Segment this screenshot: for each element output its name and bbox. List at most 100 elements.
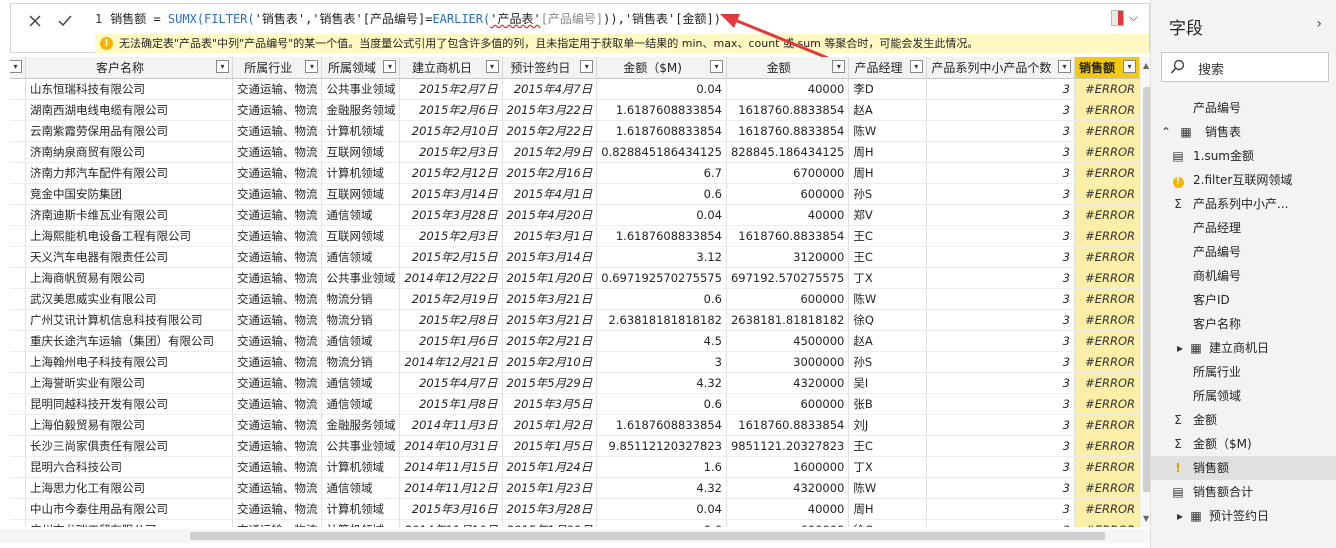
table-cell[interactable]: 3	[926, 246, 1075, 268]
table-cell[interactable]: 公共事业领域	[321, 435, 401, 457]
table-cell[interactable]: 云南紫霞劳保用品有限公司	[25, 120, 233, 142]
table-cell[interactable]: 交通运输、物流	[232, 372, 323, 394]
table-cell[interactable]: 交通运输、物流	[232, 477, 323, 499]
table-cell[interactable]: 计算机领域	[321, 498, 401, 520]
table-cell[interactable]: 3.12	[596, 246, 727, 268]
field-item[interactable]: 产品经理	[1151, 216, 1336, 240]
table-cell[interactable]: 3	[926, 267, 1075, 289]
table-cell[interactable]: 交通运输、物流	[232, 309, 323, 331]
filter-dropdown-icon[interactable]: ▾	[832, 60, 846, 73]
table-cell[interactable]: 丁X	[848, 267, 927, 289]
table-cell[interactable]: 广州艾讯计算机信息科技有限公司	[25, 309, 233, 331]
table-cell[interactable]: #ERROR	[1074, 477, 1140, 499]
table-cell[interactable]: 交通运输、物流	[232, 183, 323, 205]
filter-dropdown-icon[interactable]: ▾	[10, 60, 22, 73]
chevron-right-icon[interactable]: ▸	[1173, 336, 1187, 360]
table-cell[interactable]: #ERROR	[1074, 162, 1140, 184]
table-cell[interactable]: 2015年4月7日	[399, 372, 503, 394]
scroll-up-icon[interactable]: ▲	[1143, 61, 1149, 70]
field-item[interactable]: 客户名称	[1151, 312, 1336, 336]
table-cell[interactable]: 2015年3月14日	[399, 183, 503, 205]
table-cell[interactable]: 上海伯毅贸易有限公司	[25, 414, 233, 436]
table-cell[interactable]: 交通运输、物流	[232, 120, 323, 142]
table-cell[interactable]: 物流分销	[321, 351, 401, 373]
table-cell[interactable]: 40000	[726, 498, 850, 520]
table-cell[interactable]: #ERROR	[1074, 372, 1140, 394]
column-header-cut[interactable]: ▾	[10, 57, 27, 79]
scroll-thumb[interactable]	[1143, 87, 1150, 492]
table-cell[interactable]: 吴I	[848, 372, 927, 394]
table-cell[interactable]: 张B	[848, 393, 927, 415]
table-cell[interactable]: 计算机领域	[321, 120, 401, 142]
table-cell[interactable]: 3	[926, 183, 1075, 205]
table-cell[interactable]: 6.7	[596, 162, 727, 184]
table-cell[interactable]: 昆明同越科技开发有限公司	[25, 393, 233, 415]
table-cell[interactable]: 郑V	[848, 204, 927, 226]
table-cell[interactable]: 9851121.20327823	[726, 435, 850, 457]
table-cell[interactable]: 3	[926, 519, 1075, 527]
column-header[interactable]: 金额 ▾	[726, 57, 850, 79]
scroll-down-icon[interactable]: ▼	[1143, 514, 1149, 523]
table-cell[interactable]: 交通运输、物流	[232, 498, 323, 520]
table-cell[interactable]: 物流分销	[321, 309, 401, 331]
field-item[interactable]: ▤ 销售额合计	[1151, 480, 1336, 504]
field-item[interactable]: ▤ 1.sum金额	[1151, 144, 1336, 168]
table-cell[interactable]: 1618760.8833854	[726, 414, 850, 436]
field-search[interactable]: 搜索	[1161, 52, 1329, 82]
table-cell[interactable]: 湖南西湖电线电缆有限公司	[25, 99, 233, 121]
table-cell[interactable]: 交通运输、物流	[232, 225, 323, 247]
table-cell[interactable]: 广州市龙瑞工贸有限公司	[25, 519, 233, 527]
table-cell[interactable]: #ERROR	[1074, 267, 1140, 289]
formula-expand-icon[interactable]: ⌵	[1111, 10, 1141, 26]
table-cell[interactable]: 通信领域	[321, 330, 401, 352]
table-cell[interactable]: 0.04	[596, 204, 727, 226]
table-cell[interactable]: 2015年1月23日	[502, 477, 598, 499]
field-item[interactable]: Σ 金额（$M)	[1151, 432, 1336, 456]
table-cell[interactable]: 0.697192570275575	[596, 267, 727, 289]
table-cell[interactable]: 3	[926, 120, 1075, 142]
table-cell[interactable]: 王C	[848, 435, 927, 457]
table-cell[interactable]: 交通运输、物流	[232, 330, 323, 352]
table-cell[interactable]: 交通运输、物流	[232, 435, 323, 457]
table-cell[interactable]: 周H	[848, 498, 927, 520]
table-cell[interactable]: 陈W	[848, 120, 927, 142]
commit-check-icon[interactable]	[51, 8, 79, 34]
formula-editor[interactable]: 1 销售额 = SUMX(FILTER('销售表','销售表'[产品编号]=EAR…	[95, 9, 1105, 29]
table-cell[interactable]: 王C	[848, 225, 927, 247]
table-cell[interactable]: 陈W	[848, 477, 927, 499]
field-item[interactable]: 产品编号	[1151, 96, 1336, 120]
table-cell[interactable]: 2015年3月21日	[502, 309, 598, 331]
table-cell[interactable]: 武汉美思威实业有限公司	[25, 288, 233, 310]
filter-dropdown-icon[interactable]: ▾	[709, 60, 723, 73]
table-cell[interactable]: 3	[926, 204, 1075, 226]
field-item[interactable]: ▸ ▦ 预计签约日	[1151, 504, 1336, 528]
table-cell[interactable]: 赵A	[848, 99, 927, 121]
table-cell[interactable]: 山东恒瑞科技有限公司	[25, 78, 233, 100]
table-cell[interactable]: 2015年2月21日	[502, 330, 598, 352]
table-cell[interactable]: 2014年11月3日	[399, 414, 503, 436]
field-item[interactable]: Σ 金额	[1151, 408, 1336, 432]
field-item[interactable]: 客户ID	[1151, 288, 1336, 312]
table-cell[interactable]: #ERROR	[1074, 183, 1140, 205]
table-cell[interactable]: 2015年1月20日	[502, 267, 598, 289]
filter-dropdown-icon[interactable]: ▾	[485, 60, 499, 73]
filter-dropdown-icon[interactable]: ▾	[1123, 60, 1136, 73]
field-item[interactable]: 商机编号	[1151, 264, 1336, 288]
table-cell[interactable]: 公共事业领域	[321, 78, 401, 100]
table-cell[interactable]: 交通运输、物流	[232, 519, 323, 527]
table-cell[interactable]: 3120000	[726, 246, 850, 268]
table-cell[interactable]: 2015年1月5日	[502, 435, 598, 457]
table-cell[interactable]: 通信领域	[321, 477, 401, 499]
table-cell[interactable]: 1618760.8833854	[726, 99, 850, 121]
column-header[interactable]: 预计签约日 ▾	[502, 57, 598, 79]
table-cell[interactable]: 李D	[848, 78, 927, 100]
table-cell[interactable]: 2015年1月2日	[502, 414, 598, 436]
table-cell[interactable]: 2015年2月22日	[502, 120, 598, 142]
table-cell[interactable]: 陈W	[848, 288, 927, 310]
table-cell[interactable]: 交通运输、物流	[232, 414, 323, 436]
table-cell[interactable]: 600000	[726, 393, 850, 415]
table-cell[interactable]: 交通运输、物流	[232, 246, 323, 268]
table-cell[interactable]: 竞金中国安防集团	[25, 183, 233, 205]
table-cell[interactable]: 交通运输、物流	[232, 393, 323, 415]
field-item[interactable]: ! 2.filter互联网领域	[1151, 168, 1336, 192]
